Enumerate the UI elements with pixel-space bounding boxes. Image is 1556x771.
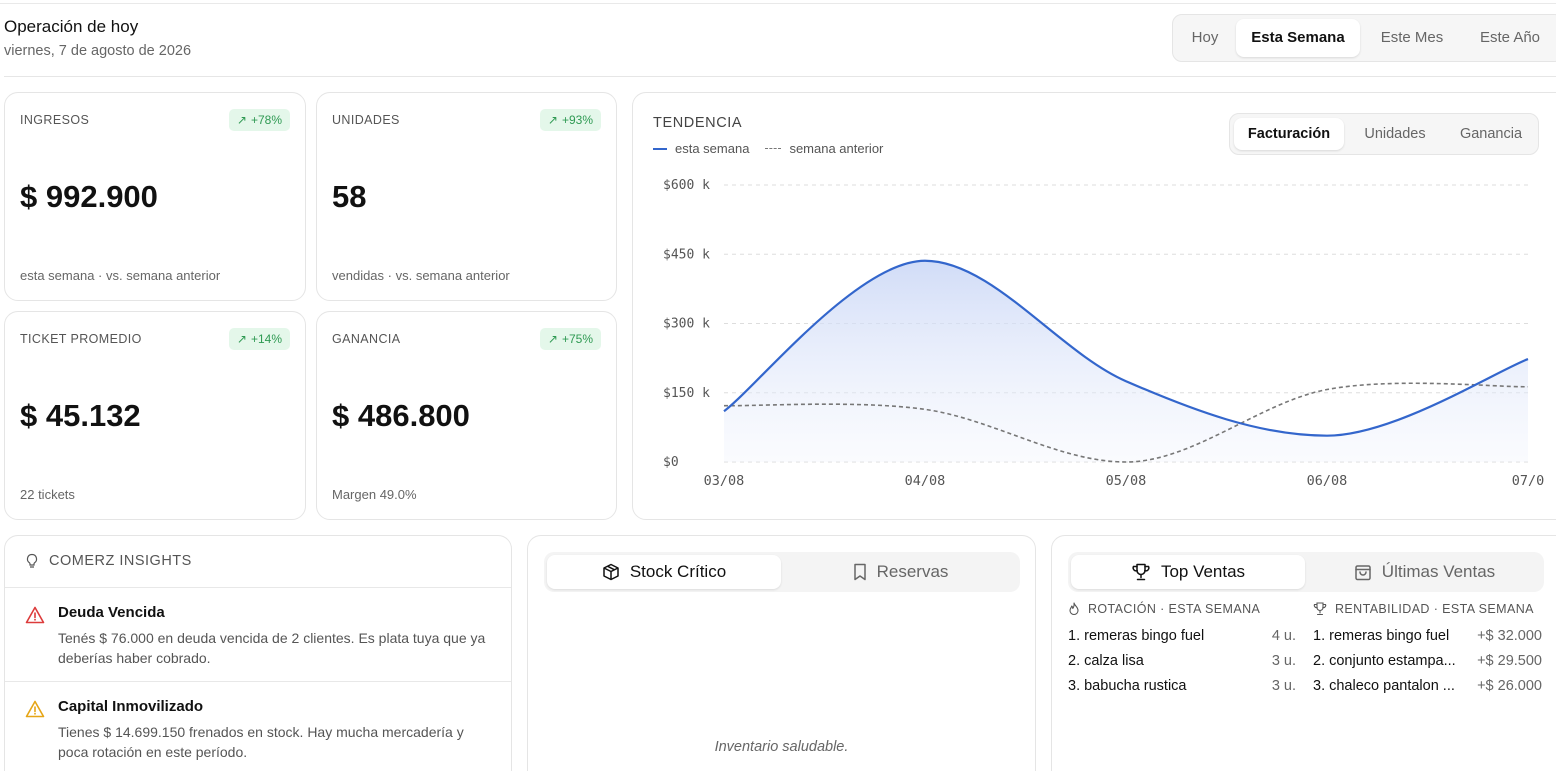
kpi-card-ticket: TICKET PROMEDIO ↗ +14% $ 45.132 22 ticket…: [4, 311, 306, 520]
stock-empty-message: Inventario saludable.: [714, 739, 849, 755]
trophy-icon: [1132, 563, 1150, 581]
badge-value: +78%: [250, 113, 282, 127]
arrow-up-right-icon: ↗: [547, 113, 558, 127]
arrow-up-right-icon: ↗: [236, 332, 247, 346]
tab-top-ventas[interactable]: Top Ventas: [1071, 555, 1305, 589]
stock-card: Stock Crítico Reservas Inventario saluda…: [527, 535, 1036, 771]
x-tick-label: 03/08: [704, 473, 745, 489]
kpi-label: GANANCIA: [332, 332, 401, 346]
y-tick-label: $300 k: [663, 317, 710, 332]
profit-item-value: +$ 26.000: [1477, 678, 1542, 694]
rotation-item-value: 3 u.: [1271, 653, 1296, 669]
x-tick-label: 07/0: [1512, 473, 1545, 489]
y-tick-label: $0: [663, 455, 679, 470]
trend-badge: ↗ +14%: [228, 328, 290, 350]
y-tick-label: $450 k: [663, 247, 710, 262]
kpi-subtitle: 22 tickets: [20, 487, 75, 502]
profit-item-value: +$ 29.500: [1477, 653, 1542, 669]
stock-tabs: Stock Crítico Reservas: [544, 552, 1020, 592]
kpi-value: $ 45.132: [20, 398, 141, 433]
insight-title: Capital Inmovilizado: [58, 698, 204, 715]
profit-item-name: 1. remeras bingo fuel: [1313, 628, 1450, 644]
warning-red-icon: [25, 606, 45, 624]
kpi-label: TICKET PROMEDIO: [20, 332, 142, 346]
kpi-value: 58: [332, 179, 367, 214]
insight-item[interactable]: Deuda Vencida Tenés $ 76.000 en deuda ve…: [5, 587, 511, 681]
lightbulb-icon: [26, 553, 38, 568]
profit-item-name: 3. chaleco pantalon ...: [1313, 678, 1455, 694]
period-esta-semana[interactable]: Esta Semana: [1236, 19, 1360, 57]
rotation-header: ROTACIÓN · ESTA SEMANA: [1068, 602, 1260, 616]
series-area-esta-semana: [724, 260, 1528, 462]
top-border: [0, 3, 1556, 4]
kpi-label: INGRESOS: [20, 113, 90, 127]
warning-yellow-icon: [25, 700, 45, 718]
tab-stock-critico[interactable]: Stock Crítico: [547, 555, 781, 589]
badge-value: +93%: [561, 113, 593, 127]
kpi-card-ganancia: GANANCIA ↗ +75% $ 486.800 Margen 49.0%: [316, 311, 617, 520]
top-sales-card: Top Ventas Últimas Ventas ROTACIÓN · EST…: [1051, 535, 1556, 771]
y-tick-label: $600 k: [663, 178, 710, 193]
rotation-item-value: 4 u.: [1271, 628, 1296, 644]
insights-card: COMERZ INSIGHTS Deuda Vencida Tenés $ 76…: [4, 535, 512, 771]
x-tick-label: 05/08: [1106, 473, 1147, 489]
tab-ultimas-ventas[interactable]: Últimas Ventas: [1308, 555, 1541, 589]
trend-badge: ↗ +93%: [539, 109, 601, 131]
x-tick-label: 04/08: [905, 473, 946, 489]
tab-reservas[interactable]: Reservas: [784, 555, 1017, 589]
rotation-item-name: 1. remeras bingo fuel: [1068, 628, 1205, 644]
flame-icon: [1069, 602, 1079, 616]
arrow-up-right-icon: ↗: [236, 113, 247, 127]
rotation-item-value: 3 u.: [1271, 678, 1296, 694]
kpi-subtitle: vendidas · vs. semana anterior: [332, 268, 510, 283]
bookmark-icon: [853, 563, 866, 581]
period-este-ano[interactable]: Este Año: [1465, 19, 1555, 57]
kpi-subtitle: Margen 49.0%: [332, 487, 417, 502]
badge-value: +75%: [561, 332, 593, 346]
kpi-subtitle: esta semana · vs. semana anterior: [20, 268, 221, 283]
trend-badge: ↗ +75%: [539, 328, 601, 350]
trend-badge: ↗ +78%: [228, 109, 290, 131]
rotation-item-name: 2. calza lisa: [1068, 653, 1144, 669]
profit-title: RENTABILIDAD · ESTA SEMANA: [1335, 602, 1534, 616]
profit-item-value: +$ 32.000: [1477, 628, 1542, 644]
insights-header: COMERZ INSIGHTS: [25, 553, 192, 569]
kpi-value: $ 992.900: [20, 179, 158, 214]
package-icon: [603, 563, 619, 581]
insight-title: Deuda Vencida: [58, 604, 165, 621]
period-selector: Hoy Esta Semana Este Mes Este Año: [1172, 14, 1556, 62]
insight-text: Tenés $ 76.000 en deuda vencida de 2 cli…: [58, 630, 486, 666]
tab-label: Top Ventas: [1160, 562, 1246, 581]
sales-tabs: Top Ventas Últimas Ventas: [1068, 552, 1544, 592]
kpi-card-ingresos: INGRESOS ↗ +78% $ 992.900 esta semana · v…: [4, 92, 306, 301]
insights-title: COMERZ INSIGHTS: [49, 553, 192, 569]
header-divider: [4, 76, 1556, 77]
tab-label: Stock Crítico: [629, 562, 727, 581]
profit-header: RENTABILIDAD · ESTA SEMANA: [1313, 602, 1534, 616]
page-title: Operación de hoy: [4, 17, 139, 36]
tab-label: Reservas: [876, 562, 949, 581]
insight-item[interactable]: Capital Inmovilizado Tienes $ 14.699.150…: [5, 681, 511, 771]
insight-text: Tienes $ 14.699.150 frenados en stock. H…: [58, 724, 464, 760]
x-tick-label: 06/08: [1307, 473, 1348, 489]
kpi-card-unidades: UNIDADES ↗ +93% 58 vendidas · vs. semana …: [316, 92, 617, 301]
tab-label: Últimas Ventas: [1381, 562, 1496, 581]
page-date: viernes, 7 de agosto de 2026: [4, 43, 192, 59]
kpi-label: UNIDADES: [332, 113, 400, 127]
trend-card: TENDENCIA esta semana semana anterior Fa…: [632, 92, 1556, 520]
rotation-title: ROTACIÓN · ESTA SEMANA: [1088, 602, 1261, 616]
y-tick-label: $150 k: [663, 386, 710, 401]
rotation-item-name: 3. babucha rustica: [1068, 678, 1187, 694]
shopping-bag-icon: [1355, 565, 1371, 581]
kpi-value: $ 486.800: [332, 398, 470, 433]
period-este-mes[interactable]: Este Mes: [1363, 19, 1461, 57]
profit-item-name: 2. conjunto estampa...: [1313, 653, 1456, 669]
arrow-up-right-icon: ↗: [547, 332, 558, 346]
period-hoy[interactable]: Hoy: [1177, 19, 1233, 57]
trend-chart: $600 k $450 k $300 k $150 k $0 03/08 04/08 05/0…: [663, 178, 1545, 489]
badge-value: +14%: [250, 332, 282, 346]
trophy-icon: [1313, 602, 1327, 616]
